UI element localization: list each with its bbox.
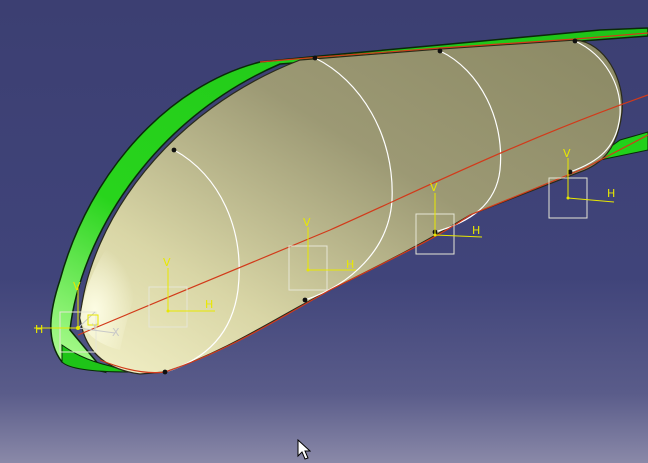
- sketch-4-v-label: V: [563, 147, 571, 160]
- compass-v-label: V: [73, 280, 81, 293]
- scene-canvas[interactable]: V H V H V H V H V H X Y: [0, 0, 648, 463]
- 3d-viewport[interactable]: V H V H V H V H V H X Y: [0, 0, 648, 463]
- sketch-1-v-label: V: [163, 256, 171, 269]
- sketch-1-h-label: H: [205, 298, 213, 311]
- arrow-pointer-icon: [297, 439, 311, 460]
- sketch-2-h-label: H: [346, 258, 354, 271]
- sketch-3-h-label: H: [472, 224, 480, 237]
- compass-y-label: Y: [91, 323, 98, 333]
- sketch-2-v-label: V: [303, 216, 311, 229]
- compass-x-label: X: [112, 326, 120, 339]
- sketch-4-h-label: H: [607, 187, 615, 200]
- sketch-3-v-label: V: [430, 181, 438, 194]
- compass-h-label: H: [35, 323, 43, 336]
